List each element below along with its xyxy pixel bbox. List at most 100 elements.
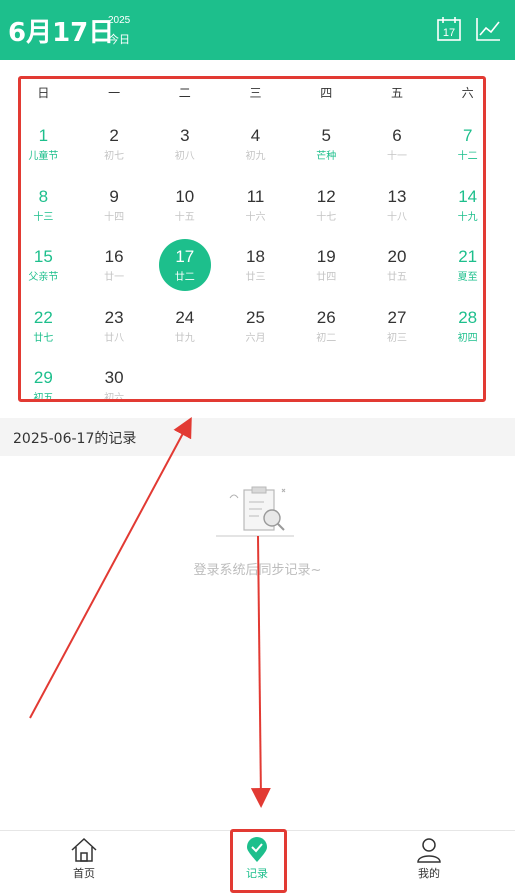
weekday-label: 一	[108, 86, 121, 100]
calendar-day-cell[interactable]: 10 十五	[149, 175, 220, 236]
empty-clipboard-icon	[214, 484, 304, 546]
lunar-date: 廿一	[104, 272, 125, 283]
calendar-grid: 1 儿童节 2 初七 3 初八 4 初九 5 芒种 6 十一 7 十二 8 十三 9 十四 10 十五 11 十六 12 十七…	[8, 114, 503, 402]
calendar-day-cell[interactable]: 5 芒种	[291, 114, 362, 175]
calendar-day-cell[interactable]: 25 六月	[220, 296, 291, 357]
day-number: 26	[316, 307, 336, 327]
user-icon	[417, 838, 441, 863]
day-number: 7	[462, 126, 473, 145]
nav-records[interactable]: 记录	[217, 837, 297, 881]
calendar-empty-cell	[362, 356, 433, 402]
today-label: 今日	[108, 33, 130, 46]
day-number: 2	[109, 126, 119, 145]
calendar-day-cell[interactable]: 4 初九	[220, 114, 291, 175]
day-number: 15	[33, 247, 53, 266]
lunar-date: 初五	[33, 393, 54, 402]
lunar-date: 十七	[316, 211, 337, 223]
lunar-date: 十二	[457, 151, 478, 162]
day-number: 9	[109, 186, 119, 206]
weekday-label: 五	[390, 86, 403, 100]
calendar-day-cell[interactable]: 26 初二	[291, 296, 362, 357]
calendar-day-cell[interactable]: 23 廿八	[79, 296, 150, 357]
day-number: 5	[321, 126, 331, 145]
trend-chart-icon[interactable]	[475, 16, 501, 42]
calendar-day-cell[interactable]: 7 十二	[432, 114, 503, 175]
records-header: 2025-06-17的记录	[0, 418, 515, 456]
day-number: 11	[246, 186, 265, 206]
current-year: 2025	[108, 15, 131, 26]
day-number: 30	[104, 368, 124, 387]
lunar-date: 十一	[386, 151, 407, 162]
calendar-empty-cell	[291, 356, 362, 402]
day-number: 28	[458, 307, 478, 327]
calendar-day-cell[interactable]: 1 儿童节	[8, 114, 79, 175]
app-header: 6月17日 2025 今日 17	[0, 0, 515, 60]
calendar-empty-cell	[432, 356, 503, 402]
calendar-empty-cell	[220, 356, 291, 402]
calendar-day-cell[interactable]: 11 十六	[220, 175, 291, 236]
month-calendar: 日 一 二 三 四 五 六 1 儿童节 2 初七 3 初八 4 初九 5 芒种 6 十一 7 十二 8 十三 9…	[0, 76, 515, 402]
day-number: 24	[175, 307, 195, 327]
calendar-day-cell[interactable]: 3 初八	[149, 114, 220, 175]
weekday-label: 二	[178, 86, 191, 100]
day-number: 27	[387, 307, 407, 327]
day-number: 17	[175, 247, 195, 266]
day-number: 4	[250, 126, 261, 145]
weekday-label: 四	[320, 86, 333, 100]
day-number: 25	[246, 307, 265, 327]
calendar-day-cell[interactable]: 6 十一	[362, 114, 433, 175]
calendar-day-cell[interactable]: 29 初五	[8, 356, 79, 402]
day-number: 19	[316, 247, 336, 266]
lunar-date: 廿五	[386, 272, 407, 283]
lunar-date: 夏至	[457, 272, 478, 283]
calendar-day-cell[interactable]: 18 廿三	[220, 235, 291, 296]
day-number: 1	[38, 126, 49, 145]
calendar-day-cell[interactable]: 9 十四	[79, 175, 150, 236]
lunar-date: 廿二	[174, 272, 195, 283]
current-date: 6月17日	[8, 18, 115, 48]
lunar-date: 十五	[174, 211, 195, 223]
calendar-week-row: 8 十三 9 十四 10 十五 11 十六 12 十七 13 十八 14 十九	[8, 175, 503, 236]
calendar-day-cell[interactable]: 17 廿二	[149, 235, 220, 296]
calendar-day-cell[interactable]: 21 夏至	[432, 235, 503, 296]
calendar-week-row: 22 廿七 23 廿八 24 廿九 25 六月 26 初二 27 初三 28 初四	[8, 296, 503, 357]
nav-home-label: 首页	[73, 867, 95, 880]
calendar-day-cell[interactable]: 24 廿九	[149, 296, 220, 357]
calendar-day-cell[interactable]: 27 初三	[362, 296, 433, 357]
nav-home[interactable]: 首页	[44, 837, 124, 881]
calendar-today-icon[interactable]: 17	[436, 16, 462, 42]
lunar-date: 十三	[33, 211, 54, 223]
day-number: 22	[33, 307, 53, 327]
lunar-date: 十九	[457, 211, 478, 223]
calendar-day-cell[interactable]: 2 初七	[79, 114, 150, 175]
day-number: 13	[387, 186, 407, 206]
calendar-day-cell[interactable]: 30 初六	[79, 356, 150, 402]
calendar-day-cell[interactable]: 8 十三	[8, 175, 79, 236]
lunar-date: 廿七	[33, 332, 54, 344]
lunar-date: 十四	[104, 211, 125, 223]
calendar-day-cell[interactable]: 12 十七	[291, 175, 362, 236]
calendar-day-cell[interactable]: 22 廿七	[8, 296, 79, 357]
calendar-day-cell[interactable]: 13 十八	[362, 175, 433, 236]
calendar-week-row: 1 儿童节 2 初七 3 初八 4 初九 5 芒种 6 十一 7 十二	[8, 114, 503, 175]
nav-profile[interactable]: 我的	[389, 837, 469, 881]
day-number: 20	[387, 247, 407, 266]
calendar-day-cell[interactable]: 14 十九	[432, 175, 503, 236]
bottom-navigation: 首页 记录 我的	[0, 830, 515, 896]
lunar-date: 初二	[316, 332, 337, 344]
weekday-header: 日 一 二 三 四 五 六	[8, 84, 503, 104]
day-number: 6	[392, 126, 402, 145]
lunar-date: 十六	[245, 211, 266, 223]
records-title: 2025-06-17的记录	[13, 431, 137, 447]
lunar-date: 廿三	[245, 272, 266, 283]
lunar-date: 儿童节	[28, 151, 59, 162]
calendar-day-cell[interactable]: 16 廿一	[79, 235, 150, 296]
calendar-day-cell[interactable]: 20 廿五	[362, 235, 433, 296]
day-number: 8	[38, 186, 49, 206]
calendar-day-cell[interactable]: 28 初四	[432, 296, 503, 357]
nav-records-label: 记录	[246, 867, 268, 880]
calendar-day-cell[interactable]: 19 廿四	[291, 235, 362, 296]
lunar-date: 十八	[386, 211, 407, 223]
weekday-label: 六	[461, 86, 474, 100]
calendar-day-cell[interactable]: 15 父亲节	[8, 235, 79, 296]
